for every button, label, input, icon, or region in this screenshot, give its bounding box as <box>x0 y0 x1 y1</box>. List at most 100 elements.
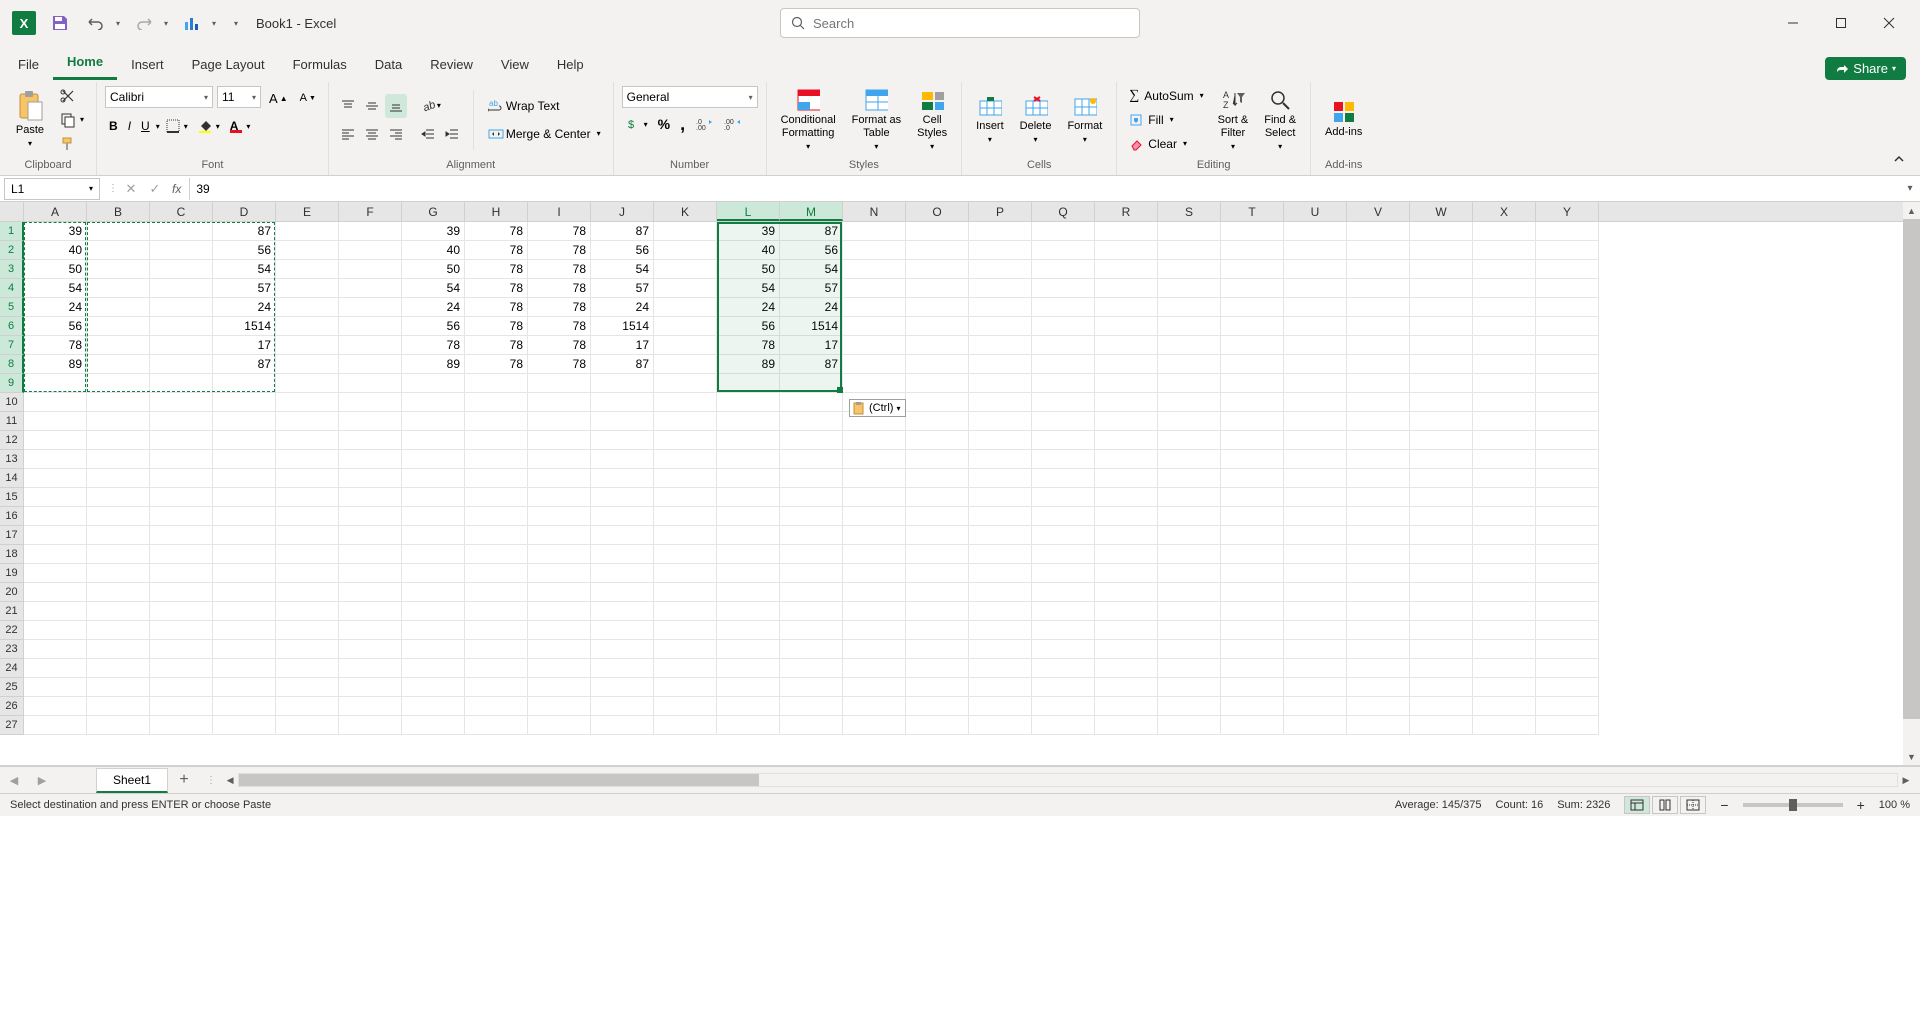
cell-Y7[interactable] <box>1536 336 1599 355</box>
cell-F19[interactable] <box>339 564 402 583</box>
cell-U23[interactable] <box>1284 640 1347 659</box>
cell-R8[interactable] <box>1095 355 1158 374</box>
cell-F4[interactable] <box>339 279 402 298</box>
cell-C19[interactable] <box>150 564 213 583</box>
cell-G24[interactable] <box>402 659 465 678</box>
cell-M11[interactable] <box>780 412 843 431</box>
cell-S24[interactable] <box>1158 659 1221 678</box>
cell-N15[interactable] <box>843 488 906 507</box>
cell-G1[interactable]: 39 <box>402 222 465 241</box>
cell-C16[interactable] <box>150 507 213 526</box>
cell-I3[interactable]: 78 <box>528 260 591 279</box>
cell-S18[interactable] <box>1158 545 1221 564</box>
cell-C12[interactable] <box>150 431 213 450</box>
cell-X23[interactable] <box>1473 640 1536 659</box>
search-box[interactable] <box>780 8 1140 38</box>
cell-H3[interactable]: 78 <box>465 260 528 279</box>
cell-M16[interactable] <box>780 507 843 526</box>
column-header-U[interactable]: U <box>1284 202 1347 221</box>
cell-J21[interactable] <box>591 602 654 621</box>
cell-M1[interactable]: 87 <box>780 222 843 241</box>
decrease-indnt-button[interactable] <box>417 122 439 146</box>
cell-E11[interactable] <box>276 412 339 431</box>
cell-A2[interactable]: 40 <box>24 241 87 260</box>
cell-C8[interactable] <box>150 355 213 374</box>
cell-V14[interactable] <box>1347 469 1410 488</box>
cell-L16[interactable] <box>717 507 780 526</box>
cell-C1[interactable] <box>150 222 213 241</box>
column-header-P[interactable]: P <box>969 202 1032 221</box>
format-as-table-button[interactable]: Format as Table▾ <box>846 84 908 156</box>
row-header-11[interactable]: 11 <box>0 412 24 431</box>
cell-V26[interactable] <box>1347 697 1410 716</box>
tab-review[interactable]: Review <box>416 49 487 80</box>
zoom-slider[interactable] <box>1743 803 1843 807</box>
cell-V17[interactable] <box>1347 526 1410 545</box>
cell-T22[interactable] <box>1221 621 1284 640</box>
cell-O1[interactable] <box>906 222 969 241</box>
cell-S4[interactable] <box>1158 279 1221 298</box>
cell-M2[interactable]: 56 <box>780 241 843 260</box>
cell-P12[interactable] <box>969 431 1032 450</box>
cell-A7[interactable]: 78 <box>24 336 87 355</box>
cell-B8[interactable] <box>87 355 150 374</box>
cell-M17[interactable] <box>780 526 843 545</box>
cell-T19[interactable] <box>1221 564 1284 583</box>
cell-G2[interactable]: 40 <box>402 241 465 260</box>
cell-Q13[interactable] <box>1032 450 1095 469</box>
cell-M7[interactable]: 17 <box>780 336 843 355</box>
redo-button[interactable] <box>128 7 160 39</box>
cell-J24[interactable] <box>591 659 654 678</box>
cell-V10[interactable] <box>1347 393 1410 412</box>
cell-A10[interactable] <box>24 393 87 412</box>
addins-button[interactable]: Add-ins <box>1319 84 1368 156</box>
horizontal-scroll-thumb[interactable] <box>239 774 759 786</box>
cell-U24[interactable] <box>1284 659 1347 678</box>
vertical-scroll-thumb[interactable] <box>1903 219 1920 719</box>
cell-Q7[interactable] <box>1032 336 1095 355</box>
cell-W24[interactable] <box>1410 659 1473 678</box>
cell-C5[interactable] <box>150 298 213 317</box>
insert-cells-button[interactable]: Insert▾ <box>970 84 1010 156</box>
cell-F2[interactable] <box>339 241 402 260</box>
cell-L22[interactable] <box>717 621 780 640</box>
cell-W21[interactable] <box>1410 602 1473 621</box>
cell-L19[interactable] <box>717 564 780 583</box>
cell-T14[interactable] <box>1221 469 1284 488</box>
row-header-6[interactable]: 6 <box>0 317 24 336</box>
cell-O24[interactable] <box>906 659 969 678</box>
cell-I19[interactable] <box>528 564 591 583</box>
cell-I20[interactable] <box>528 583 591 602</box>
cell-L8[interactable]: 89 <box>717 355 780 374</box>
cell-J7[interactable]: 17 <box>591 336 654 355</box>
cell-Q19[interactable] <box>1032 564 1095 583</box>
zoom-in-button[interactable]: + <box>1857 797 1865 813</box>
cell-D16[interactable] <box>213 507 276 526</box>
cell-F14[interactable] <box>339 469 402 488</box>
scroll-down-button[interactable]: ▼ <box>1903 748 1920 765</box>
cell-N2[interactable] <box>843 241 906 260</box>
cell-J14[interactable] <box>591 469 654 488</box>
cell-J10[interactable] <box>591 393 654 412</box>
cell-O13[interactable] <box>906 450 969 469</box>
clear-button[interactable]: Clear▾ <box>1125 132 1207 156</box>
cell-D9[interactable] <box>213 374 276 393</box>
cell-X10[interactable] <box>1473 393 1536 412</box>
cell-I26[interactable] <box>528 697 591 716</box>
cell-K10[interactable] <box>654 393 717 412</box>
cell-N12[interactable] <box>843 431 906 450</box>
cell-O27[interactable] <box>906 716 969 735</box>
cell-S9[interactable] <box>1158 374 1221 393</box>
row-header-9[interactable]: 9 <box>0 374 24 393</box>
cell-K23[interactable] <box>654 640 717 659</box>
cell-A12[interactable] <box>24 431 87 450</box>
cell-P17[interactable] <box>969 526 1032 545</box>
cell-V19[interactable] <box>1347 564 1410 583</box>
column-header-B[interactable]: B <box>87 202 150 221</box>
cell-H1[interactable]: 78 <box>465 222 528 241</box>
cell-B16[interactable] <box>87 507 150 526</box>
cell-X20[interactable] <box>1473 583 1536 602</box>
cell-L10[interactable] <box>717 393 780 412</box>
undo-button[interactable] <box>80 7 112 39</box>
cell-J5[interactable]: 24 <box>591 298 654 317</box>
